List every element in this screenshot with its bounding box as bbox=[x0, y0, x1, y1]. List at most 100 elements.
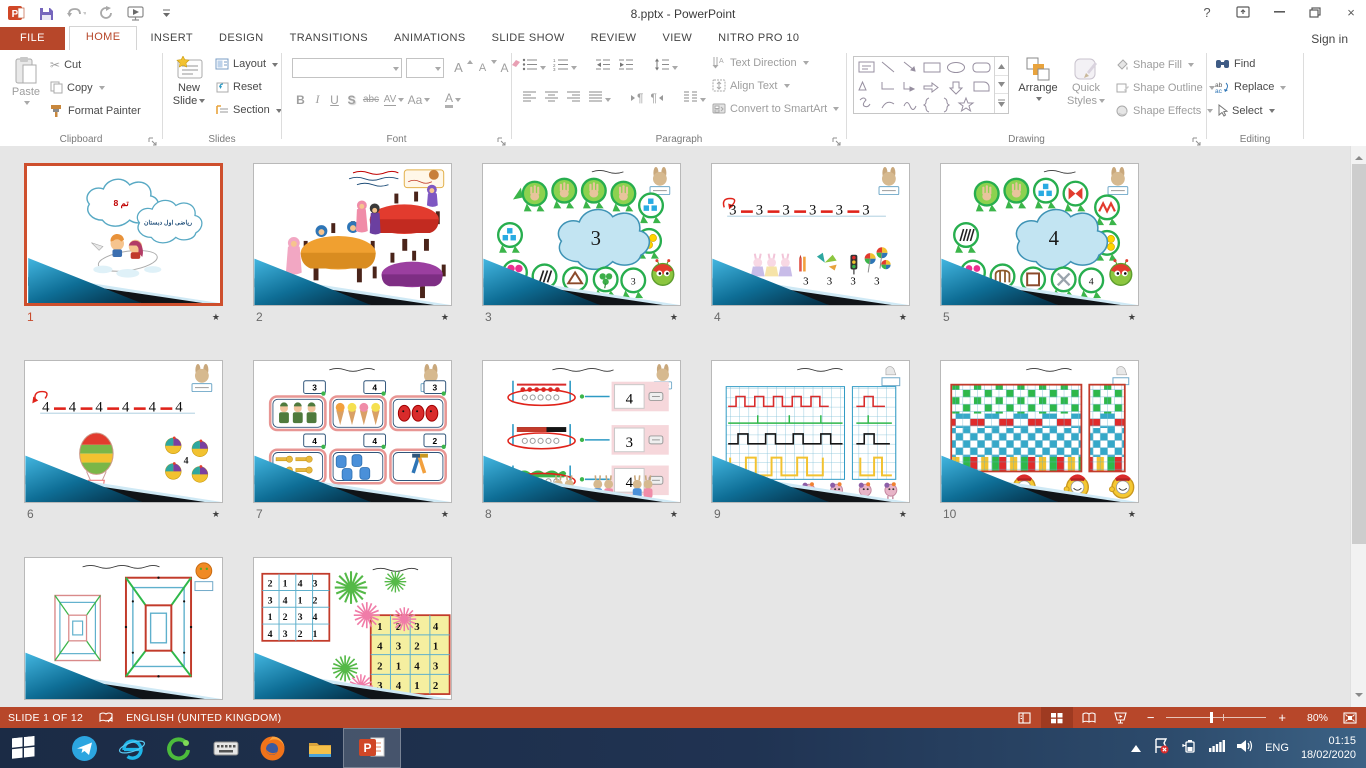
grow-font-button[interactable]: A bbox=[450, 58, 473, 77]
tray-volume-icon[interactable] bbox=[1237, 739, 1253, 758]
taskbar-green-swirl-icon[interactable] bbox=[155, 728, 202, 768]
tray-power-icon[interactable] bbox=[1181, 739, 1197, 758]
shapes-gallery-scroll[interactable] bbox=[994, 57, 1008, 113]
drawing-dialog-launcher[interactable] bbox=[1192, 133, 1202, 143]
tab-view[interactable]: VIEW bbox=[649, 27, 705, 50]
bold-button[interactable]: B bbox=[292, 90, 309, 109]
animation-star-icon[interactable]: ★ bbox=[441, 312, 449, 323]
decrease-indent-button[interactable] bbox=[595, 58, 611, 74]
align-right-button[interactable] bbox=[566, 90, 581, 106]
arrange-button[interactable]: Arrange bbox=[1015, 56, 1061, 102]
slide-thumbnail-10[interactable] bbox=[940, 360, 1139, 503]
reading-view-button[interactable] bbox=[1073, 707, 1105, 728]
tab-design[interactable]: DESIGN bbox=[206, 27, 277, 50]
animation-star-icon[interactable]: ★ bbox=[212, 312, 220, 323]
animation-star-icon[interactable]: ★ bbox=[1128, 509, 1136, 520]
animation-star-icon[interactable]: ★ bbox=[670, 312, 678, 323]
copy-button[interactable]: Copy bbox=[50, 81, 105, 94]
language-indicator[interactable]: ENGLISH (UNITED KINGDOM) bbox=[126, 712, 281, 724]
zoom-level[interactable]: 80% bbox=[1294, 712, 1328, 724]
italic-button[interactable]: I bbox=[309, 90, 326, 109]
tray-language-indicator[interactable]: ENG bbox=[1265, 742, 1289, 754]
animation-star-icon[interactable]: ★ bbox=[212, 509, 220, 520]
increase-indent-button[interactable] bbox=[618, 58, 634, 74]
slide-thumbnail-3[interactable]: 3 3 bbox=[482, 163, 681, 306]
align-text-button[interactable]: Align Text bbox=[712, 79, 790, 92]
tray-network-icon[interactable] bbox=[1209, 739, 1225, 757]
slide-thumbnail-9[interactable] bbox=[711, 360, 910, 503]
ribbon-display-options-button[interactable] bbox=[1232, 2, 1254, 22]
change-case-button[interactable]: Aa bbox=[406, 90, 432, 109]
scroll-down-arrow[interactable] bbox=[1355, 693, 1363, 701]
character-spacing-button[interactable]: AV bbox=[382, 90, 406, 109]
spell-check-icon[interactable] bbox=[99, 712, 114, 724]
bullets-button[interactable] bbox=[522, 58, 546, 74]
ltr-direction-button[interactable]: ¶ bbox=[631, 91, 643, 105]
line-spacing-button[interactable] bbox=[654, 58, 678, 74]
normal-view-button[interactable] bbox=[1009, 707, 1041, 728]
zoom-in-button[interactable]: + bbox=[1278, 710, 1286, 725]
taskbar-keyboard-icon[interactable] bbox=[202, 728, 249, 768]
align-center-button[interactable] bbox=[544, 90, 559, 106]
animation-star-icon[interactable]: ★ bbox=[1128, 312, 1136, 323]
tray-clock[interactable]: 01:15 18/02/2020 bbox=[1301, 734, 1356, 762]
animation-star-icon[interactable]: ★ bbox=[441, 509, 449, 520]
taskbar-powerpoint-icon[interactable]: P bbox=[343, 728, 401, 768]
fit-slide-to-window-button[interactable] bbox=[1334, 707, 1366, 728]
paragraph-dialog-launcher[interactable] bbox=[832, 133, 842, 143]
slide-indicator[interactable]: SLIDE 1 OF 12 bbox=[8, 712, 83, 724]
vertical-scrollbar[interactable] bbox=[1350, 146, 1366, 707]
replace-button[interactable]: abacReplace bbox=[1215, 81, 1286, 93]
tab-animations[interactable]: ANIMATIONS bbox=[381, 27, 479, 50]
strikethrough-button[interactable]: abc bbox=[360, 90, 382, 109]
zoom-out-button[interactable]: − bbox=[1147, 710, 1155, 725]
reset-button[interactable]: Reset bbox=[215, 81, 262, 93]
tray-action-center-icon[interactable] bbox=[1153, 738, 1169, 759]
slide-thumbnail-1[interactable]: تم 8 ریاضی اول دبستان bbox=[24, 163, 223, 306]
taskbar-telegram-icon[interactable] bbox=[61, 728, 108, 768]
layout-button[interactable]: Layout bbox=[215, 58, 278, 70]
taskbar-internet-explorer-icon[interactable] bbox=[108, 728, 155, 768]
cut-button[interactable]: ✂Cut bbox=[50, 58, 81, 72]
taskbar-firefox-icon[interactable] bbox=[249, 728, 296, 768]
shapes-gallery[interactable] bbox=[853, 56, 1009, 114]
restore-button[interactable] bbox=[1304, 2, 1326, 22]
taskbar-file-explorer-icon[interactable] bbox=[296, 728, 343, 768]
start-button[interactable] bbox=[0, 728, 47, 768]
slide-thumbnail-5[interactable]: 4 4 bbox=[940, 163, 1139, 306]
tab-transitions[interactable]: TRANSITIONS bbox=[277, 27, 381, 50]
tab-file[interactable]: FILE bbox=[0, 27, 65, 50]
paste-button[interactable]: Paste bbox=[8, 56, 44, 106]
shape-fill-button[interactable]: Shape Fill bbox=[1115, 58, 1194, 71]
convert-smartart-button[interactable]: Convert to SmartArt bbox=[712, 102, 839, 115]
numbering-button[interactable]: 123 bbox=[553, 58, 577, 74]
tab-insert[interactable]: INSERT bbox=[137, 27, 206, 50]
section-button[interactable]: Section bbox=[215, 104, 282, 116]
slide-show-button[interactable] bbox=[1105, 707, 1137, 728]
columns-button[interactable] bbox=[683, 90, 706, 106]
select-button[interactable]: Select bbox=[1215, 104, 1275, 117]
shape-outline-button[interactable]: Shape Outline bbox=[1115, 81, 1215, 94]
tab-home[interactable]: HOME bbox=[69, 26, 138, 50]
tray-show-hidden-icon[interactable] bbox=[1131, 739, 1141, 757]
animation-star-icon[interactable]: ★ bbox=[899, 509, 907, 520]
shrink-font-button[interactable]: A bbox=[474, 58, 497, 77]
slide-thumbnail-8[interactable]: 4 3 bbox=[482, 360, 681, 503]
font-color-button[interactable]: A bbox=[440, 90, 466, 109]
shape-effects-button[interactable]: Shape Effects bbox=[1115, 104, 1213, 117]
tab-review[interactable]: REVIEW bbox=[578, 27, 650, 50]
clipboard-dialog-launcher[interactable] bbox=[148, 133, 158, 143]
justify-button[interactable] bbox=[588, 90, 611, 106]
rtl-direction-button[interactable]: ¶ bbox=[650, 91, 662, 105]
text-direction-button[interactable]: AText Direction bbox=[712, 56, 809, 69]
font-name-combo[interactable] bbox=[292, 58, 402, 78]
close-button[interactable]: × bbox=[1340, 2, 1362, 22]
quick-styles-button[interactable]: Quick Styles bbox=[1063, 56, 1109, 108]
underline-button[interactable]: U bbox=[326, 90, 343, 109]
zoom-slider-thumb[interactable] bbox=[1210, 712, 1213, 723]
scroll-up-arrow[interactable] bbox=[1355, 152, 1363, 160]
format-painter-button[interactable]: Format Painter bbox=[50, 104, 141, 117]
animation-star-icon[interactable]: ★ bbox=[899, 312, 907, 323]
new-slide-button[interactable]: New Slide bbox=[168, 56, 210, 108]
align-left-button[interactable] bbox=[522, 90, 537, 106]
